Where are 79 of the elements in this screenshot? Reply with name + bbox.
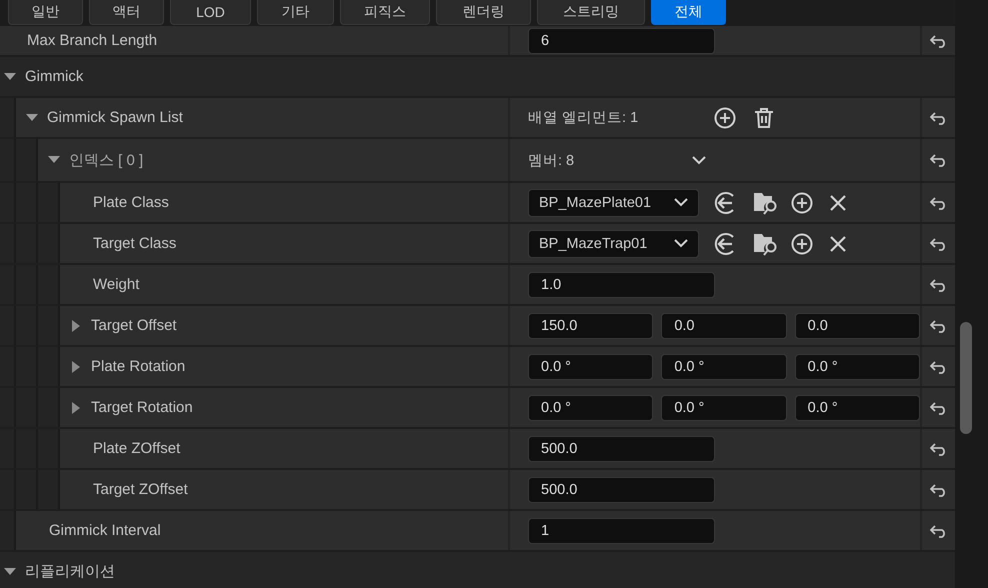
class-dropdown[interactable]: BP_MazePlate01: [528, 188, 699, 216]
add-icon: [714, 106, 736, 128]
chevron-down-icon: [692, 156, 706, 164]
number-field[interactable]: 0.0 °: [661, 354, 787, 380]
number-field[interactable]: 0.0 °: [794, 354, 920, 380]
member-menu-button[interactable]: [692, 156, 706, 164]
close-icon: [829, 234, 847, 252]
number-field[interactable]: 0.0: [794, 312, 920, 338]
clear-all-button[interactable]: [754, 106, 774, 128]
chevron-down-icon: [674, 198, 688, 207]
clear-button[interactable]: [829, 234, 847, 252]
reset-arrow-icon[interactable]: [930, 34, 948, 48]
category-tab[interactable]: 일반: [8, 0, 83, 25]
trash-icon: [754, 106, 774, 128]
number-field[interactable]: 6: [528, 28, 715, 54]
expand-arrow-icon[interactable]: [70, 402, 82, 414]
array-count: 배열 엘리먼트: 1: [528, 109, 640, 127]
reset-arrow-icon[interactable]: [930, 318, 948, 332]
property-label: Target Offset: [91, 317, 177, 334]
number-field[interactable]: 1.0: [528, 272, 715, 298]
number-field[interactable]: 0.0 °: [528, 354, 654, 380]
category-title: Gimmick: [25, 68, 84, 85]
reset-arrow-icon[interactable]: [930, 360, 948, 374]
property-label: Plate Rotation: [91, 358, 186, 375]
number-field[interactable]: 0.0 °: [528, 394, 654, 420]
chevron-down-icon: [674, 239, 688, 248]
reset-arrow-icon[interactable]: [930, 153, 948, 167]
reset-arrow-icon[interactable]: [930, 236, 948, 250]
scrollbar-thumb[interactable]: [960, 322, 972, 434]
number-field[interactable]: 500.0: [528, 476, 715, 502]
property-label: 인덱스 [ 0 ]: [69, 150, 144, 170]
collapse-arrow-icon[interactable]: [26, 112, 38, 124]
category-tab[interactable]: 렌더링: [436, 0, 531, 25]
expand-arrow-icon[interactable]: [70, 320, 82, 332]
class-dropdown[interactable]: BP_MazeTrap01: [528, 230, 699, 258]
reset-arrow-icon[interactable]: [930, 110, 948, 124]
expand-arrow-icon[interactable]: [70, 360, 82, 372]
member-count: 멤버: 8: [528, 152, 576, 170]
category-tab[interactable]: 액터: [89, 0, 164, 25]
reset-arrow-icon[interactable]: [930, 196, 948, 210]
property-label: Target Class: [93, 235, 176, 252]
add-button[interactable]: [791, 192, 813, 214]
property-label: Plate ZOffset: [93, 440, 180, 457]
add-icon: [791, 192, 813, 214]
category-tab[interactable]: 전체: [651, 0, 726, 25]
property-label: Weight: [93, 276, 140, 293]
category-tab[interactable]: 스트리밍: [537, 0, 645, 25]
reset-arrow-icon[interactable]: [930, 442, 948, 456]
property-label: Target Rotation: [91, 399, 193, 416]
property-label: Target ZOffset: [93, 481, 188, 498]
category-title: 리플리케이션: [25, 562, 115, 581]
category-tab[interactable]: LOD: [170, 0, 251, 25]
add-button[interactable]: [791, 232, 813, 254]
close-icon: [829, 194, 847, 212]
reset-arrow-icon[interactable]: [930, 482, 948, 496]
reset-arrow-icon[interactable]: [930, 400, 948, 414]
browse-folder-icon: [753, 190, 779, 214]
collapse-arrow-icon[interactable]: [4, 70, 16, 82]
number-field[interactable]: 150.0: [528, 312, 654, 338]
number-field[interactable]: 1: [528, 518, 715, 544]
number-field[interactable]: 0.0: [661, 312, 787, 338]
clear-button[interactable]: [829, 194, 847, 212]
reset-arrow-icon[interactable]: [930, 524, 948, 538]
browse-folder-icon: [753, 232, 779, 256]
add-element-button[interactable]: [714, 106, 736, 128]
number-field[interactable]: 500.0: [528, 436, 715, 462]
browse-button[interactable]: [753, 190, 779, 214]
property-label: Gimmick Interval: [49, 522, 161, 539]
collapse-arrow-icon[interactable]: [4, 566, 16, 578]
property-label: Plate Class: [93, 194, 169, 211]
category-tab[interactable]: 피직스: [340, 0, 430, 25]
add-icon: [791, 232, 813, 254]
browse-button[interactable]: [753, 232, 779, 256]
property-label: Gimmick Spawn List: [47, 109, 183, 126]
reset-arrow-icon[interactable]: [930, 278, 948, 292]
number-field[interactable]: 0.0 °: [661, 394, 787, 420]
category-tab[interactable]: 기타: [257, 0, 334, 25]
number-field[interactable]: 0.0 °: [794, 394, 920, 420]
property-label: Max Branch Length: [27, 32, 158, 49]
